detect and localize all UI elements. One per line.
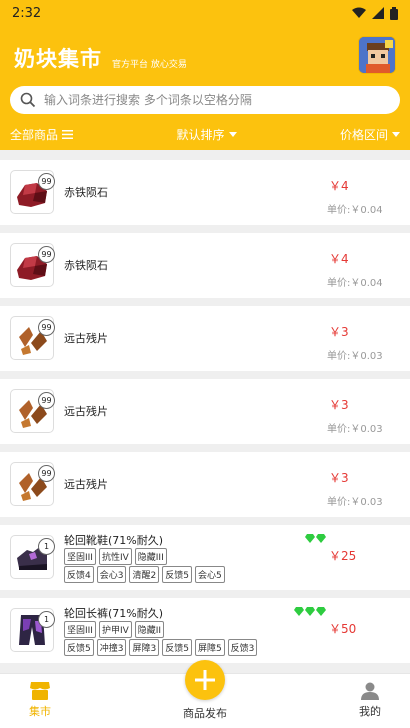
attribute-tag: 坚固III [64,548,96,565]
filter-price-range[interactable]: 价格区间 [340,126,400,143]
bottom-tab-bar: 集市 商品发布 我的 [0,660,410,728]
attribute-tags: 反馈4 会心3 清醒2 反馈5 会心5 [64,566,314,583]
gem-icon [294,607,304,616]
signal-icon [372,7,384,19]
quantity-badge: 99 [38,465,55,482]
attribute-tag: 隐藏III [134,548,167,565]
tab-publish-label: 商品发布 [183,707,227,720]
item-name: 赤铁陨石 [64,259,108,272]
quantity-badge: 99 [38,173,55,190]
list-icon [62,129,74,139]
quantity-badge: 99 [38,319,55,336]
item-unit-price: 单价:￥0.04 [327,205,383,216]
attribute-tag: 清醒2 [129,566,160,583]
tab-mine-label: 我的 [359,705,381,718]
attribute-tag: 会心5 [194,566,225,583]
list-item[interactable]: 99 远古残片 ￥3 单价:￥0.03 [0,306,410,371]
avatar[interactable] [358,36,396,74]
filter-all-label: 全部商品 [10,127,59,142]
list-item[interactable]: 99 赤铁陨石 ￥4 单价:￥0.04 [0,233,410,298]
attribute-tag: 反馈5 [162,566,192,583]
item-name: 远古残片 [64,478,108,491]
item-name: 赤铁陨石 [64,186,108,199]
status-bar: 2:32 [0,0,410,26]
attribute-tag: 反馈5 [162,639,192,656]
publish-button[interactable] [185,660,225,700]
list-item[interactable]: 1 轮回靴鞋(71%耐久) ￥25 坚固III 抗性IV 隐藏III 反馈4 会… [0,525,410,590]
attribute-tags: 反馈5 冲撞3 屏障3 反馈5 屏障5 反馈3 [64,639,314,656]
tab-mine[interactable]: 我的 [330,682,410,719]
attribute-tag: 反馈3 [227,639,258,656]
item-name: 轮回靴鞋(71%耐久) [64,534,164,547]
item-name: 远古残片 [64,405,108,418]
item-unit-price: 单价:￥0.03 [327,424,383,435]
attribute-tag: 屏障3 [129,639,160,656]
attribute-tag: 隐藏II [134,621,165,638]
attribute-tag: 抗性IV [98,548,132,565]
list-item[interactable]: 1 轮回长裤(71%耐久) ￥50 坚固III 护甲IV 隐藏II 反馈5 冲撞… [0,598,410,663]
attribute-tags: 坚固III 护甲IV 隐藏II [64,621,314,638]
quantity-badge: 1 [38,538,55,555]
attribute-tag: 会心3 [96,566,127,583]
product-list: 99 赤铁陨石 ￥4 单价:￥0.04 99 赤铁陨石 ￥4 单价:￥0.04 … [0,150,410,673]
gem-icon [305,607,315,616]
list-item[interactable]: 99 赤铁陨石 ￥4 单价:￥0.04 [0,160,410,225]
filter-bar: 全部商品 默认排序 价格区间 [0,122,410,146]
item-price: ￥3 [329,471,349,485]
shop-icon [30,682,50,700]
item-price: ￥25 [329,549,357,563]
top-banner: 2:32 奶块集市 官方平台 放心交易 输入词条进行搜索 多个词条以空格分隔 全… [0,0,410,150]
attribute-tags: 坚固III 抗性IV 隐藏III [64,548,314,565]
search-bar[interactable] [10,86,400,114]
quantity-badge: 99 [38,392,55,409]
item-price: ￥4 [329,252,349,266]
item-price: ￥4 [329,179,349,193]
gem-icon [316,534,326,543]
gem-rating [305,534,326,543]
app-subtitle: 官方平台 放心交易 [112,59,187,70]
list-item[interactable]: 99 远古残片 ￥3 单价:￥0.03 [0,379,410,444]
attribute-tag: 冲撞3 [96,639,127,656]
filter-sort[interactable]: 默认排序 [176,126,237,143]
attribute-tag: 反馈5 [64,639,94,656]
attribute-tag: 屏障5 [194,639,225,656]
list-item[interactable]: 99 远古残片 ￥3 单价:￥0.03 [0,452,410,517]
filter-price-label: 价格区间 [339,127,388,142]
wifi-icon [352,7,366,18]
app-header: 奶块集市 官方平台 放心交易 [0,34,410,82]
attribute-tag: 护甲IV [98,621,132,638]
attribute-tag: 坚固III [64,621,96,638]
filter-all-products[interactable]: 全部商品 [10,126,74,143]
tab-market-label: 集市 [29,705,51,718]
filter-sort-label: 默认排序 [176,127,225,142]
item-unit-price: 单价:￥0.03 [327,351,383,362]
app-title: 奶块集市 [14,47,102,71]
gem-rating [294,607,326,616]
item-unit-price: 单价:￥0.03 [327,497,383,508]
battery-icon [390,6,398,20]
plus-icon [195,670,215,690]
item-name: 远古残片 [64,332,108,345]
attribute-tag: 反馈4 [64,566,94,583]
quantity-badge: 99 [38,246,55,263]
caret-down-icon [391,131,400,137]
search-input[interactable] [44,93,390,107]
quantity-badge: 1 [38,611,55,628]
status-time: 2:32 [12,5,42,21]
item-name: 轮回长裤(71%耐久) [64,607,164,620]
item-price: ￥3 [329,398,349,412]
gem-icon [305,534,315,543]
search-icon [20,92,36,108]
item-price: ￥3 [329,325,349,339]
tab-market[interactable]: 集市 [0,682,80,719]
item-price: ￥50 [329,622,357,636]
caret-down-icon [228,131,237,137]
gem-icon [316,607,326,616]
user-icon [361,682,379,700]
item-unit-price: 单价:￥0.04 [327,278,383,289]
avatar-icon [359,37,395,73]
